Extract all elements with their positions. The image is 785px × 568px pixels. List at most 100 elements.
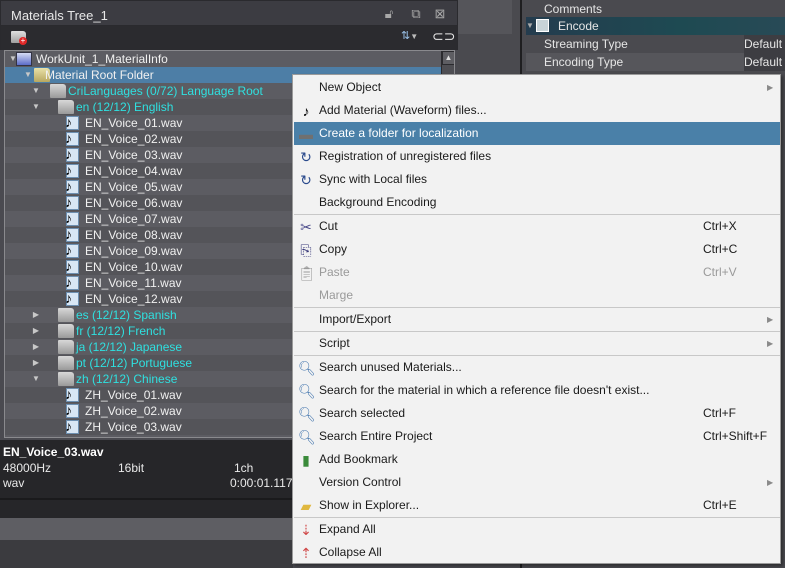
open-folder-icon: ▰ <box>300 498 312 514</box>
workunit-icon <box>16 52 32 66</box>
tree-row-label: EN_Voice_12.wav <box>85 292 183 306</box>
close-icon[interactable]: ⊠ <box>433 7 447 21</box>
bottom-area <box>0 540 293 568</box>
menu-item-add-bookmark[interactable]: ▮ Add Bookmark <box>294 448 780 471</box>
menu-item-label: Background Encoding <box>319 195 437 209</box>
property-encoding-type[interactable]: Encoding Type Default <box>526 53 785 71</box>
tree-row-label: es (12/12) Spanish <box>76 308 177 322</box>
menu-item-search-selected[interactable]: 🔍︎ Search selected Ctrl+F <box>294 402 780 425</box>
menu-item-paste: 📋︎ Paste Ctrl+V <box>294 261 780 284</box>
wav-file-icon <box>65 258 79 274</box>
menu-item-label: Search selected <box>319 406 406 420</box>
tree-row-label: EN_Voice_09.wav <box>85 244 183 258</box>
info-sample-rate: 48000Hz <box>3 461 52 475</box>
property-comments[interactable]: Comments <box>526 0 785 18</box>
menu-item-search-unused-materials[interactable]: 🔍︎ Search unused Materials... <box>294 356 780 379</box>
info-bit-depth: 16bit <box>118 461 145 475</box>
menu-item-sync-with-local-files[interactable]: ↻ Sync with Local files <box>294 168 780 191</box>
wav-file-icon <box>65 210 79 226</box>
menu-item-new-object[interactable]: New Object ▶ <box>294 76 780 99</box>
info-filename: EN_Voice_03.wav <box>3 445 104 459</box>
menu-item-script[interactable]: Script ▶ <box>294 332 780 355</box>
menu-item-label: Cut <box>319 219 338 233</box>
tree-row-label: EN_Voice_02.wav <box>85 132 183 146</box>
folder-open-icon <box>58 372 74 386</box>
scroll-up-button[interactable]: ▲ <box>442 51 454 65</box>
wav-file-icon <box>65 402 79 418</box>
info-divider <box>0 498 293 500</box>
menu-item-label: Search Entire Project <box>319 429 433 443</box>
restore-icon[interactable]: ⧉ <box>409 7 423 21</box>
folder-icon <box>58 356 74 370</box>
menu-item-background-encoding[interactable]: Background Encoding <box>294 191 780 214</box>
bookmark-icon: ▮ <box>302 452 310 468</box>
expand-arrow-icon[interactable]: ▶ <box>31 339 41 355</box>
menu-item-label: Create a folder for localization <box>319 126 479 140</box>
info-format: wav <box>3 476 25 490</box>
wav-file-icon <box>65 226 79 242</box>
collapse-arrow-icon[interactable]: ▼ <box>31 83 41 99</box>
search-icon: 🔍︎ <box>298 383 316 399</box>
menu-item-create-a-folder-for-localization[interactable]: ▬ Create a folder for localization <box>294 122 780 145</box>
submenu-arrow-icon: ▶ <box>767 339 774 348</box>
menu-item-collapse-all[interactable]: ⇡ Collapse All <box>294 541 780 564</box>
lock-open-icon[interactable]: 🔓︎ <box>382 7 396 21</box>
search-icon: 🔍︎ <box>298 360 316 376</box>
sort-az-button[interactable]: ⇅▼ <box>401 29 418 42</box>
menu-item-label: Add Bookmark <box>319 452 398 466</box>
menu-item-cut[interactable]: ✂ Cut Ctrl+X <box>294 215 780 238</box>
tree-row-label: ja (12/12) Japanese <box>76 340 183 354</box>
menu-item-label: Sync with Local files <box>319 172 428 186</box>
menu-item-copy[interactable]: ⎘ Copy Ctrl+C <box>294 238 780 261</box>
wav-file-icon <box>65 146 79 162</box>
menu-item-expand-all[interactable]: ⇣ Expand All <box>294 518 780 541</box>
expand-arrow-icon[interactable]: ▶ <box>31 323 41 339</box>
scissors-icon: ✂ <box>300 219 312 235</box>
tree-row-label: CriLanguages (0/72) Language Root <box>68 84 263 98</box>
panel-title-bar: Materials Tree_1 🔓︎ ⧉ ⊠ <box>0 0 458 26</box>
submenu-arrow-icon: ▶ <box>767 478 774 487</box>
collapse-arrow-icon[interactable]: ▼ <box>23 67 33 83</box>
tree-row-label: EN_Voice_01.wav <box>85 116 183 130</box>
tree-row-label: EN_Voice_05.wav <box>85 180 183 194</box>
tree-row-label: WorkUnit_1_MaterialInfo <box>36 52 168 66</box>
menu-item-shortcut: Ctrl+X <box>703 219 737 233</box>
expand-all-icon: ⇣ <box>300 522 312 538</box>
menu-item-search-entire-project[interactable]: 🔍︎ Search Entire Project Ctrl+Shift+F <box>294 425 780 448</box>
menu-item-search-for-the-material-in-which-a-refer[interactable]: 🔍︎ Search for the material in which a ref… <box>294 379 780 402</box>
menu-item-label: Collapse All <box>319 545 382 559</box>
folder-open-icon <box>50 84 66 98</box>
link-icon[interactable]: ⊂⊃ <box>432 28 455 45</box>
search-icon: 🔍︎ <box>298 429 316 445</box>
menu-item-label: Show in Explorer... <box>319 498 420 512</box>
menu-item-import-export[interactable]: Import/Export ▶ <box>294 308 780 331</box>
property-group-encode[interactable]: ▼ Encode <box>526 17 785 35</box>
new-folder-button[interactable]: + <box>11 31 27 45</box>
collapse-arrow-icon[interactable]: ▼ <box>31 99 41 115</box>
expand-arrow-icon[interactable]: ▶ <box>31 355 41 371</box>
wav-file-icon <box>65 178 79 194</box>
tree-row-label: ZH_Voice_01.wav <box>85 388 182 402</box>
tree-row[interactable]: ▼ WorkUnit_1_MaterialInfo <box>5 51 442 67</box>
panel-header-area <box>458 0 512 34</box>
menu-item-add-material-waveform-files[interactable]: ♪ Add Material (Waveform) files... <box>294 99 780 122</box>
menu-item-registration-of-unregistered-files[interactable]: ↻ Registration of unregistered files <box>294 145 780 168</box>
panel-title: Materials Tree_1 <box>11 8 108 23</box>
wav-file-icon <box>65 386 79 402</box>
menu-item-version-control[interactable]: Version Control ▶ <box>294 471 780 494</box>
menu-item-show-in-explorer[interactable]: ▰ Show in Explorer... Ctrl+E <box>294 494 780 517</box>
collapse-arrow-icon[interactable]: ▼ <box>31 371 41 387</box>
encode-icon <box>536 19 549 32</box>
expand-arrow-icon[interactable]: ▶ <box>31 307 41 323</box>
folder-icon <box>58 308 74 322</box>
menu-item-label: Search unused Materials... <box>319 360 462 374</box>
tree-row-label: EN_Voice_08.wav <box>85 228 183 242</box>
folder-icon: ▬ <box>299 126 313 142</box>
tree-row-label: fr (12/12) French <box>76 324 166 338</box>
menu-item-label: Search for the material in which a refer… <box>319 383 650 397</box>
info-channels: 1ch <box>234 461 254 475</box>
submenu-arrow-icon: ▶ <box>767 315 774 324</box>
menu-item-label: Import/Export <box>319 312 392 326</box>
property-streaming-type[interactable]: Streaming Type Default <box>526 35 785 53</box>
tree-row-label: Material Root Folder <box>45 68 154 82</box>
